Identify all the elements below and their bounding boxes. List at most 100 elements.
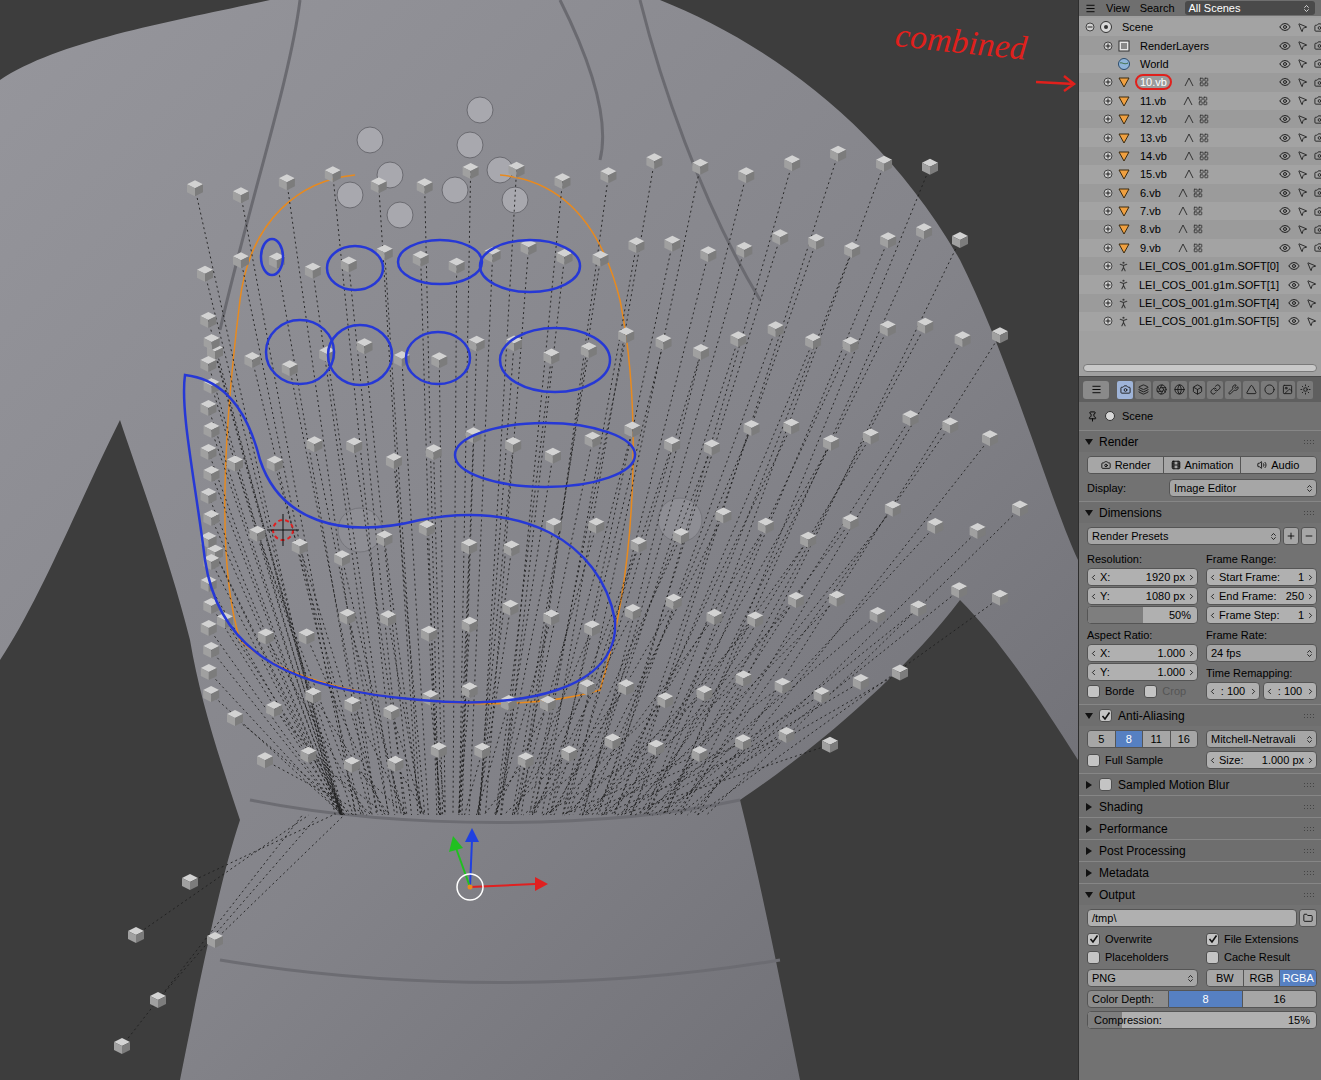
bone-marker[interactable]	[203, 642, 219, 658]
outliner-row[interactable]: 13.vb	[1079, 128, 1321, 146]
decrement-icon[interactable]	[1089, 573, 1098, 582]
dropdown[interactable]: PNG	[1087, 969, 1198, 987]
selectable-icon[interactable]	[1306, 316, 1317, 327]
bone-marker[interactable]	[233, 187, 249, 203]
selectable-icon[interactable]	[1306, 279, 1317, 290]
bone-marker[interactable]	[588, 518, 604, 534]
visibility-icon[interactable]	[1279, 223, 1291, 235]
renderable-icon[interactable]	[1314, 40, 1321, 51]
context-tab[interactable]	[1261, 381, 1277, 399]
visibility-icon[interactable]	[1279, 205, 1291, 217]
decrement-icon[interactable]	[1208, 592, 1217, 601]
outliner-row[interactable]: LEI_COS_001.g1m.SOFT[0]	[1079, 257, 1321, 275]
bone-marker[interactable]	[646, 153, 662, 169]
vertex-groups-icon[interactable]	[1199, 114, 1209, 124]
dropdown[interactable]: 24 fps	[1206, 644, 1317, 662]
expand-toggle-icon[interactable]	[1103, 151, 1113, 161]
decrement-icon[interactable]	[1208, 611, 1217, 620]
bone-marker[interactable]	[371, 177, 387, 193]
grip-icon[interactable]	[1303, 713, 1315, 719]
modifier-icon[interactable]	[1184, 169, 1194, 179]
increment-icon[interactable]	[1306, 756, 1315, 765]
visibility-icon[interactable]	[1288, 315, 1300, 327]
increment-icon[interactable]	[1187, 573, 1196, 582]
grip-icon[interactable]	[1303, 782, 1315, 788]
decrement-icon[interactable]	[1089, 592, 1098, 601]
bone-marker[interactable]	[692, 746, 708, 762]
bone-marker[interactable]	[788, 592, 804, 608]
editor-type-icon[interactable]	[1085, 3, 1096, 14]
dropdown[interactable]: Mitchell-Netravali	[1206, 730, 1317, 748]
renderable-icon[interactable]	[1314, 224, 1321, 235]
outliner-row[interactable]: 11.vb	[1079, 92, 1321, 110]
outliner-row[interactable]: 7.vb	[1079, 202, 1321, 220]
bone-marker[interactable]	[822, 737, 838, 753]
bone-marker[interactable]	[992, 590, 1008, 606]
bone-marker[interactable]	[631, 537, 647, 553]
context-tab[interactable]	[1243, 381, 1259, 399]
selectable-icon[interactable]	[1306, 261, 1317, 272]
selectable-icon[interactable]	[1297, 114, 1308, 125]
context-tab[interactable]	[1117, 381, 1133, 399]
bone-marker[interactable]	[922, 159, 938, 175]
bone-marker[interactable]	[747, 612, 763, 628]
outliner-label[interactable]: World	[1135, 56, 1174, 72]
bone-marker[interactable]	[449, 258, 465, 274]
visibility-icon[interactable]	[1279, 21, 1291, 33]
bone-marker[interactable]	[581, 342, 597, 358]
segment-button[interactable]: RGBA	[1279, 970, 1316, 986]
remove-preset-button[interactable]	[1301, 527, 1317, 545]
visibility-icon[interactable]	[1279, 242, 1291, 254]
bone-marker[interactable]	[200, 312, 216, 328]
bone-marker[interactable]	[970, 523, 986, 539]
segment-button[interactable]: 8	[1115, 731, 1143, 747]
grip-icon[interactable]	[1303, 892, 1315, 898]
increment-icon[interactable]	[1187, 668, 1196, 677]
bone-marker[interactable]	[421, 626, 437, 642]
modifier-icon[interactable]	[1184, 151, 1194, 161]
decrement-icon[interactable]	[1089, 649, 1098, 658]
outliner-label[interactable]: 13.vb	[1135, 130, 1172, 146]
bone-marker[interactable]	[386, 453, 402, 469]
expand-toggle-icon[interactable]	[1103, 261, 1113, 271]
renderable-icon[interactable]	[1314, 206, 1321, 217]
outliner-row[interactable]: LEI_COS_001.g1m.SOFT[4]	[1079, 294, 1321, 312]
add-preset-button[interactable]	[1283, 527, 1299, 545]
bone-marker[interactable]	[257, 752, 273, 768]
bone-marker[interactable]	[775, 678, 791, 694]
bone-marker[interactable]	[1012, 501, 1028, 517]
expand-toggle-icon[interactable]	[1103, 316, 1113, 326]
vertex-groups-icon[interactable]	[1199, 151, 1209, 161]
outliner-label[interactable]: 9.vb	[1135, 240, 1166, 256]
decrement-icon[interactable]	[1089, 668, 1098, 677]
bone-marker[interactable]	[201, 620, 217, 636]
bone-marker[interactable]	[942, 418, 958, 434]
visibility-icon[interactable]	[1279, 40, 1291, 52]
bone-marker[interactable]	[656, 334, 672, 350]
panel-header[interactable]: Dimensions	[1079, 501, 1321, 523]
bone-marker[interactable]	[880, 320, 896, 336]
bone-marker[interactable]	[730, 331, 746, 347]
bone-marker[interactable]	[203, 510, 219, 526]
segment-button[interactable]: 16	[1242, 991, 1316, 1007]
outliner-label[interactable]: 12.vb	[1135, 111, 1172, 127]
checkbox[interactable]: File Extensions	[1206, 930, 1317, 948]
renderable-icon[interactable]	[1314, 150, 1321, 161]
collapsed-icon[interactable]	[1085, 803, 1093, 811]
bone-marker[interactable]	[462, 682, 478, 698]
expand-toggle-icon[interactable]	[1103, 224, 1113, 234]
render-button[interactable]: Audio	[1240, 457, 1316, 473]
bone-marker[interactable]	[704, 439, 720, 455]
bone-marker[interactable]	[334, 550, 350, 566]
selectable-icon[interactable]	[1297, 150, 1308, 161]
bone-marker[interactable]	[880, 232, 896, 248]
bone-marker[interactable]	[203, 686, 219, 702]
bone-marker[interactable]	[244, 352, 260, 368]
bone-marker[interactable]	[376, 531, 392, 547]
decrement-icon[interactable]	[1208, 573, 1217, 582]
bone-marker[interactable]	[844, 242, 860, 258]
vertex-groups-icon[interactable]	[1198, 96, 1208, 106]
bone-marker[interactable]	[664, 437, 680, 453]
selectable-icon[interactable]	[1297, 169, 1308, 180]
outliner-row[interactable]: 8.vb	[1079, 220, 1321, 238]
